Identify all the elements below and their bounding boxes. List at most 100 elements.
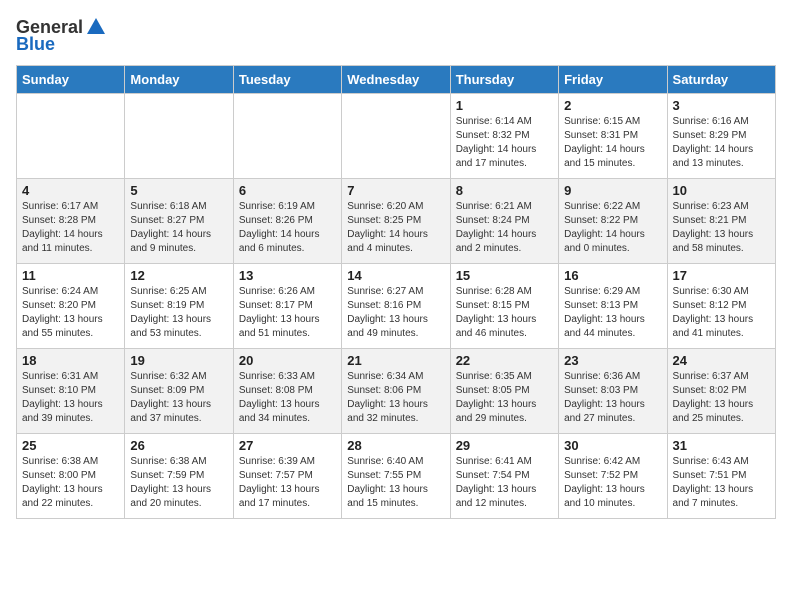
weekday-header: Tuesday — [233, 66, 341, 94]
page-header: General Blue — [16, 16, 776, 55]
day-info: Sunrise: 6:15 AMSunset: 8:31 PMDaylight:… — [564, 115, 661, 171]
day-number: 26 — [130, 438, 227, 453]
calendar-cell: 15 Sunrise: 6:28 AMSunset: 8:15 PMDayligh… — [450, 264, 558, 349]
calendar-cell: 6 Sunrise: 6:19 AMSunset: 8:26 PMDaylight… — [233, 179, 341, 264]
day-info: Sunrise: 6:24 AMSunset: 8:20 PMDaylight:… — [22, 285, 119, 341]
calendar-cell: 13 Sunrise: 6:26 AMSunset: 8:17 PMDayligh… — [233, 264, 341, 349]
weekday-header: Friday — [559, 66, 667, 94]
day-number: 16 — [564, 268, 661, 283]
day-number: 20 — [239, 353, 336, 368]
day-number: 13 — [239, 268, 336, 283]
day-number: 22 — [456, 353, 553, 368]
day-number: 6 — [239, 183, 336, 198]
day-number: 2 — [564, 98, 661, 113]
calendar-cell: 10 Sunrise: 6:23 AMSunset: 8:21 PMDayligh… — [667, 179, 775, 264]
day-info: Sunrise: 6:22 AMSunset: 8:22 PMDaylight:… — [564, 200, 661, 256]
day-info: Sunrise: 6:37 AMSunset: 8:02 PMDaylight:… — [673, 370, 770, 426]
calendar-cell: 11 Sunrise: 6:24 AMSunset: 8:20 PMDayligh… — [17, 264, 125, 349]
day-number: 11 — [22, 268, 119, 283]
day-info: Sunrise: 6:29 AMSunset: 8:13 PMDaylight:… — [564, 285, 661, 341]
calendar-cell — [342, 94, 450, 179]
day-number: 19 — [130, 353, 227, 368]
weekday-header: Monday — [125, 66, 233, 94]
calendar-cell: 8 Sunrise: 6:21 AMSunset: 8:24 PMDaylight… — [450, 179, 558, 264]
day-info: Sunrise: 6:20 AMSunset: 8:25 PMDaylight:… — [347, 200, 444, 256]
calendar-cell: 30 Sunrise: 6:42 AMSunset: 7:52 PMDayligh… — [559, 434, 667, 519]
day-number: 7 — [347, 183, 444, 198]
day-info: Sunrise: 6:31 AMSunset: 8:10 PMDaylight:… — [22, 370, 119, 426]
calendar-cell: 31Sunrise: 6:43 AMSunset: 7:51 PMDayligh… — [667, 434, 775, 519]
calendar-cell: 4Sunrise: 6:17 AMSunset: 8:28 PMDaylight… — [17, 179, 125, 264]
calendar-cell: 1Sunrise: 6:14 AMSunset: 8:32 PMDaylight… — [450, 94, 558, 179]
weekday-header: Sunday — [17, 66, 125, 94]
day-number: 9 — [564, 183, 661, 198]
day-number: 10 — [673, 183, 770, 198]
calendar-row: 1Sunrise: 6:14 AMSunset: 8:32 PMDaylight… — [17, 94, 776, 179]
day-info: Sunrise: 6:36 AMSunset: 8:03 PMDaylight:… — [564, 370, 661, 426]
day-number: 17 — [673, 268, 770, 283]
day-info: Sunrise: 6:38 AMSunset: 8:00 PMDaylight:… — [22, 455, 119, 511]
day-number: 3 — [673, 98, 770, 113]
calendar-cell: 18Sunrise: 6:31 AMSunset: 8:10 PMDayligh… — [17, 349, 125, 434]
calendar-cell: 2 Sunrise: 6:15 AMSunset: 8:31 PMDaylight… — [559, 94, 667, 179]
day-number: 21 — [347, 353, 444, 368]
day-info: Sunrise: 6:42 AMSunset: 7:52 PMDaylight:… — [564, 455, 661, 511]
day-info: Sunrise: 6:19 AMSunset: 8:26 PMDaylight:… — [239, 200, 336, 256]
day-number: 5 — [130, 183, 227, 198]
calendar-cell: 9 Sunrise: 6:22 AMSunset: 8:22 PMDaylight… — [559, 179, 667, 264]
day-number: 15 — [456, 268, 553, 283]
day-number: 23 — [564, 353, 661, 368]
day-info: Sunrise: 6:25 AMSunset: 8:19 PMDaylight:… — [130, 285, 227, 341]
day-info: Sunrise: 6:33 AMSunset: 8:08 PMDaylight:… — [239, 370, 336, 426]
day-info: Sunrise: 6:34 AMSunset: 8:06 PMDaylight:… — [347, 370, 444, 426]
day-info: Sunrise: 6:28 AMSunset: 8:15 PMDaylight:… — [456, 285, 553, 341]
calendar-cell: 5 Sunrise: 6:18 AMSunset: 8:27 PMDaylight… — [125, 179, 233, 264]
day-number: 1 — [456, 98, 553, 113]
calendar-cell: 12Sunrise: 6:25 AMSunset: 8:19 PMDayligh… — [125, 264, 233, 349]
calendar-table: SundayMondayTuesdayWednesdayThursdayFrid… — [16, 65, 776, 519]
calendar-cell — [125, 94, 233, 179]
calendar-cell — [17, 94, 125, 179]
day-info: Sunrise: 6:40 AMSunset: 7:55 PMDaylight:… — [347, 455, 444, 511]
calendar-cell: 14 Sunrise: 6:27 AMSunset: 8:16 PMDayligh… — [342, 264, 450, 349]
calendar-row: 18Sunrise: 6:31 AMSunset: 8:10 PMDayligh… — [17, 349, 776, 434]
calendar-cell: 27 Sunrise: 6:39 AMSunset: 7:57 PMDayligh… — [233, 434, 341, 519]
day-info: Sunrise: 6:18 AMSunset: 8:27 PMDaylight:… — [130, 200, 227, 256]
day-info: Sunrise: 6:43 AMSunset: 7:51 PMDaylight:… — [673, 455, 770, 511]
logo-icon — [85, 16, 107, 38]
day-info: Sunrise: 6:21 AMSunset: 8:24 PMDaylight:… — [456, 200, 553, 256]
calendar-cell: 21 Sunrise: 6:34 AMSunset: 8:06 PMDayligh… — [342, 349, 450, 434]
calendar-cell: 23 Sunrise: 6:36 AMSunset: 8:03 PMDayligh… — [559, 349, 667, 434]
day-info: Sunrise: 6:23 AMSunset: 8:21 PMDaylight:… — [673, 200, 770, 256]
day-number: 30 — [564, 438, 661, 453]
calendar-cell: 7 Sunrise: 6:20 AMSunset: 8:25 PMDaylight… — [342, 179, 450, 264]
weekday-header: Thursday — [450, 66, 558, 94]
calendar-cell: 29 Sunrise: 6:41 AMSunset: 7:54 PMDayligh… — [450, 434, 558, 519]
calendar-cell — [233, 94, 341, 179]
day-info: Sunrise: 6:35 AMSunset: 8:05 PMDaylight:… — [456, 370, 553, 426]
day-number: 8 — [456, 183, 553, 198]
day-info: Sunrise: 6:26 AMSunset: 8:17 PMDaylight:… — [239, 285, 336, 341]
day-number: 29 — [456, 438, 553, 453]
header-row: SundayMondayTuesdayWednesdayThursdayFrid… — [17, 66, 776, 94]
day-info: Sunrise: 6:16 AMSunset: 8:29 PMDaylight:… — [673, 115, 770, 171]
calendar-cell: 19Sunrise: 6:32 AMSunset: 8:09 PMDayligh… — [125, 349, 233, 434]
calendar-row: 11 Sunrise: 6:24 AMSunset: 8:20 PMDayligh… — [17, 264, 776, 349]
calendar-cell: 17 Sunrise: 6:30 AMSunset: 8:12 PMDayligh… — [667, 264, 775, 349]
calendar-cell: 25 Sunrise: 6:38 AMSunset: 8:00 PMDayligh… — [17, 434, 125, 519]
calendar-cell: 16 Sunrise: 6:29 AMSunset: 8:13 PMDayligh… — [559, 264, 667, 349]
day-info: Sunrise: 6:39 AMSunset: 7:57 PMDaylight:… — [239, 455, 336, 511]
day-info: Sunrise: 6:17 AMSunset: 8:28 PMDaylight:… — [22, 200, 119, 256]
day-number: 14 — [347, 268, 444, 283]
calendar-cell: 24Sunrise: 6:37 AMSunset: 8:02 PMDayligh… — [667, 349, 775, 434]
calendar-cell: 26 Sunrise: 6:38 AMSunset: 7:59 PMDayligh… — [125, 434, 233, 519]
day-number: 27 — [239, 438, 336, 453]
day-number: 25 — [22, 438, 119, 453]
day-info: Sunrise: 6:38 AMSunset: 7:59 PMDaylight:… — [130, 455, 227, 511]
day-info: Sunrise: 6:27 AMSunset: 8:16 PMDaylight:… — [347, 285, 444, 341]
day-info: Sunrise: 6:41 AMSunset: 7:54 PMDaylight:… — [456, 455, 553, 511]
day-number: 28 — [347, 438, 444, 453]
calendar-row: 4Sunrise: 6:17 AMSunset: 8:28 PMDaylight… — [17, 179, 776, 264]
logo-blue: Blue — [16, 34, 55, 55]
day-info: Sunrise: 6:30 AMSunset: 8:12 PMDaylight:… — [673, 285, 770, 341]
